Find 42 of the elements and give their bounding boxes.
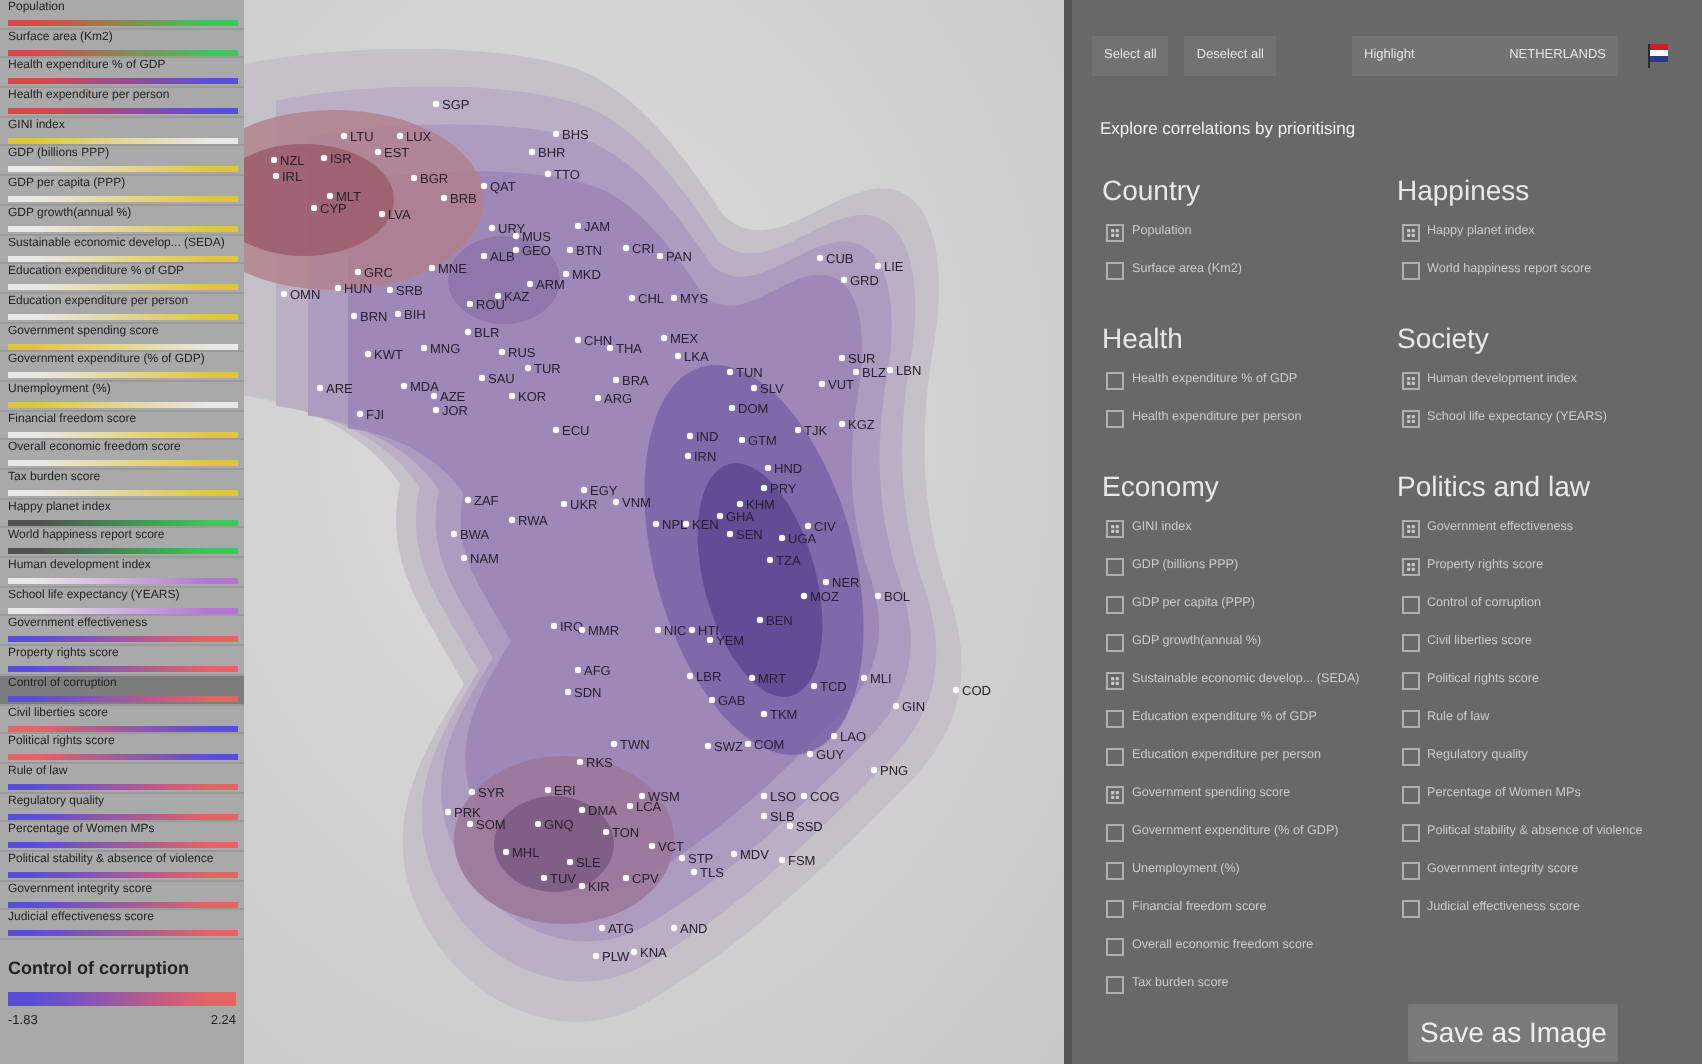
checkbox[interactable] xyxy=(1401,747,1419,765)
checkbox[interactable] xyxy=(1106,975,1124,993)
checkbox[interactable] xyxy=(1401,223,1419,241)
checkbox[interactable] xyxy=(1106,633,1124,651)
checkbox[interactable] xyxy=(1401,899,1419,917)
checkbox[interactable] xyxy=(1106,747,1124,765)
legend-title: Control of corruption xyxy=(6,956,191,982)
checkbox[interactable] xyxy=(1106,785,1124,803)
checkbox[interactable] xyxy=(1106,861,1124,879)
checkbox[interactable] xyxy=(1106,371,1124,389)
checkbox[interactable] xyxy=(1401,633,1419,651)
checkbox[interactable] xyxy=(1401,671,1419,689)
section-heading: Health xyxy=(1102,321,1185,353)
section-heading: Happiness xyxy=(1397,173,1532,205)
checkbox[interactable] xyxy=(1401,785,1419,803)
checkbox[interactable] xyxy=(1401,261,1419,279)
section-heading: Economy xyxy=(1102,469,1221,501)
checkbox[interactable] xyxy=(1106,519,1124,537)
checkbox[interactable] xyxy=(1106,595,1124,613)
checkbox[interactable] xyxy=(1401,557,1419,575)
checkbox[interactable] xyxy=(1106,709,1124,727)
save-image-button[interactable]: Save as Image xyxy=(1408,1003,1619,1061)
checkbox[interactable] xyxy=(1106,409,1124,427)
checkbox[interactable] xyxy=(1401,595,1419,613)
checkbox[interactable] xyxy=(1106,937,1124,955)
checkbox[interactable] xyxy=(1401,409,1419,427)
section-heading: Country xyxy=(1102,173,1203,205)
checkbox[interactable] xyxy=(1106,557,1124,575)
section-heading: Politics and law xyxy=(1397,469,1592,501)
checkbox[interactable] xyxy=(1401,709,1419,727)
flag-icon xyxy=(1646,41,1670,70)
checkbox[interactable] xyxy=(1106,223,1124,241)
checkbox[interactable] xyxy=(1401,823,1419,841)
checkbox[interactable] xyxy=(1106,261,1124,279)
checkbox[interactable] xyxy=(1401,371,1419,389)
checkbox[interactable] xyxy=(1401,861,1419,879)
checkbox[interactable] xyxy=(1106,671,1124,689)
section-heading: Society xyxy=(1397,321,1491,353)
checkbox[interactable] xyxy=(1106,823,1124,841)
checkbox[interactable] xyxy=(1106,899,1124,917)
checkbox[interactable] xyxy=(1401,519,1419,537)
intro-text: Explore correlations by prioritising xyxy=(1100,115,1358,141)
